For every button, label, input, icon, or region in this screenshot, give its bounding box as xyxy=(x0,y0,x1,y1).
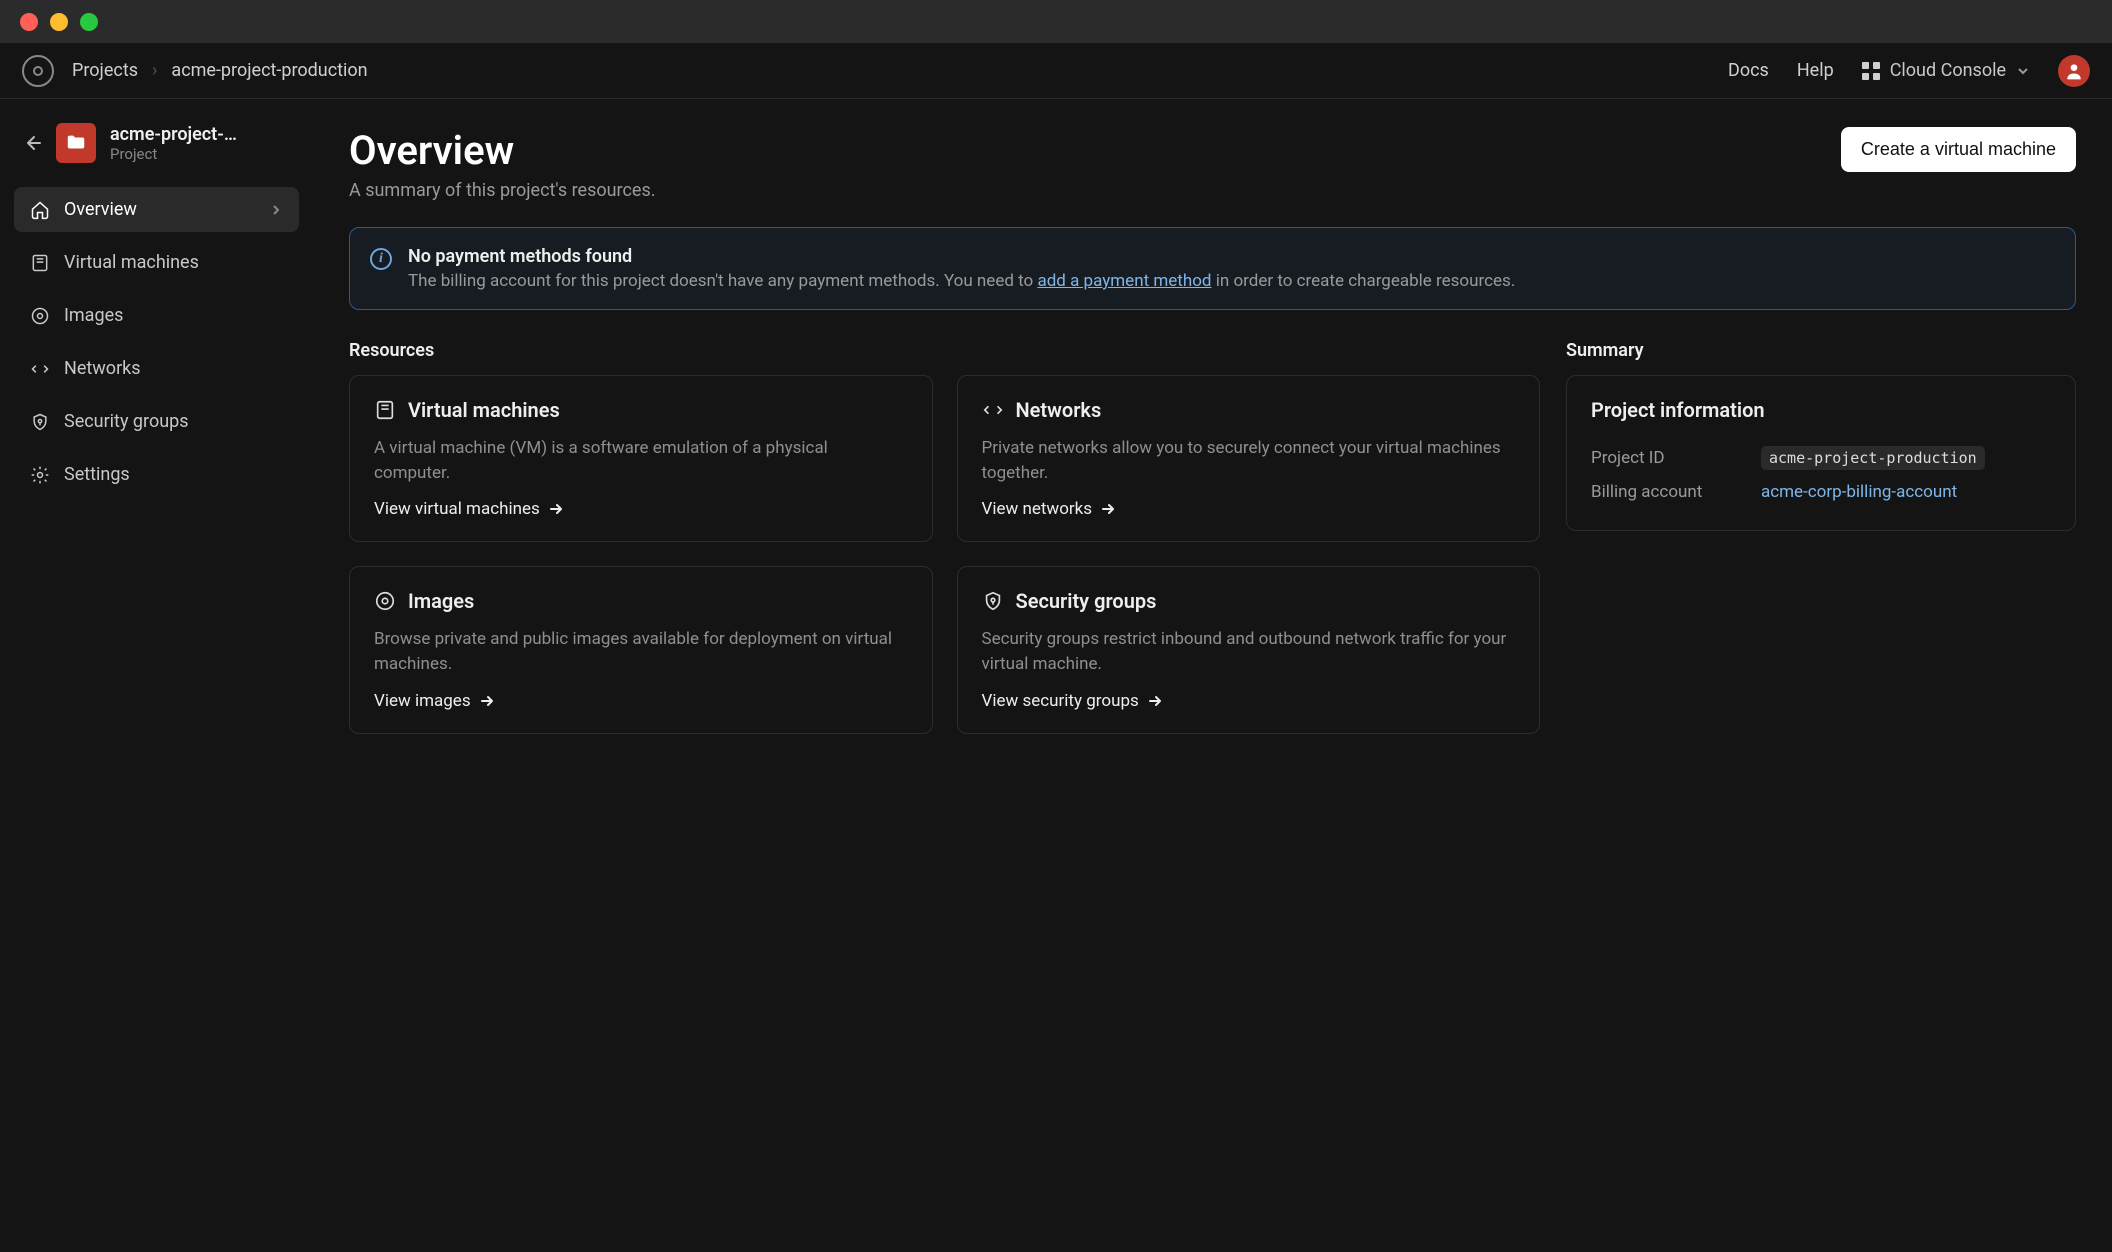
network-icon xyxy=(982,399,1004,421)
window-minimize-button[interactable] xyxy=(50,13,68,31)
help-link[interactable]: Help xyxy=(1797,60,1834,81)
sidebar: acme-project-… Project Overview Virtual … xyxy=(0,99,313,1252)
disc-icon xyxy=(30,306,50,326)
card-title: Security groups xyxy=(1016,589,1157,613)
project-id-value: acme-project-production xyxy=(1761,446,1985,470)
sidebar-item-virtual-machines[interactable]: Virtual machines xyxy=(14,240,299,285)
gear-icon xyxy=(30,465,50,485)
summary-heading: Summary xyxy=(1566,340,2076,361)
sidebar-item-label: Images xyxy=(64,305,123,326)
network-icon xyxy=(30,359,50,379)
console-switcher-label: Cloud Console xyxy=(1890,60,2006,81)
project-info-title: Project information xyxy=(1591,398,2051,422)
grid-icon xyxy=(1862,62,1880,80)
card-body: A virtual machine (VM) is a software emu… xyxy=(374,436,908,485)
sidebar-item-label: Virtual machines xyxy=(64,252,199,273)
alert-body-prefix: The billing account for this project doe… xyxy=(408,271,1037,291)
arrow-right-icon xyxy=(1100,501,1116,517)
window-chrome xyxy=(0,0,2112,43)
page-title: Overview xyxy=(349,127,656,174)
arrow-right-icon xyxy=(479,693,495,709)
card-images: Images Browse private and public images … xyxy=(349,566,933,733)
home-icon xyxy=(30,200,50,220)
card-title: Virtual machines xyxy=(408,398,560,422)
project-info-card: Project information Project ID acme-proj… xyxy=(1566,375,2076,531)
card-body: Browse private and public images availab… xyxy=(374,627,908,676)
chevron-right-icon: › xyxy=(152,60,157,81)
create-vm-button[interactable]: Create a virtual machine xyxy=(1841,127,2076,172)
arrow-right-icon xyxy=(548,501,564,517)
topbar: Projects › acme-project-production Docs … xyxy=(0,43,2112,99)
project-header: acme-project-… Project xyxy=(14,117,299,179)
info-icon: i xyxy=(370,248,392,270)
alert-title: No payment methods found xyxy=(408,246,1515,267)
card-body: Private networks allow you to securely c… xyxy=(982,436,1516,485)
card-link-label: View images xyxy=(374,691,471,711)
view-virtual-machines-link[interactable]: View virtual machines xyxy=(374,499,908,519)
disc-icon xyxy=(374,590,396,612)
sidebar-item-settings[interactable]: Settings xyxy=(14,452,299,497)
sidebar-item-security-groups[interactable]: Security groups xyxy=(14,399,299,444)
sidebar-item-label: Networks xyxy=(64,358,141,379)
card-body: Security groups restrict inbound and out… xyxy=(982,627,1516,676)
page-subtitle: A summary of this project's resources. xyxy=(349,180,656,201)
alert-body-suffix: in order to create chargeable resources. xyxy=(1212,271,1516,291)
alert-body: The billing account for this project doe… xyxy=(408,271,1515,291)
breadcrumb: Projects › acme-project-production xyxy=(72,60,368,81)
user-icon xyxy=(2064,61,2084,81)
add-payment-method-link[interactable]: add a payment method xyxy=(1037,271,1211,291)
card-networks: Networks Private networks allow you to s… xyxy=(957,375,1541,542)
project-name: acme-project-… xyxy=(110,124,237,145)
back-arrow-icon[interactable] xyxy=(22,133,42,153)
breadcrumb-root[interactable]: Projects xyxy=(72,60,138,81)
breadcrumb-current[interactable]: acme-project-production xyxy=(171,60,367,81)
window-zoom-button[interactable] xyxy=(80,13,98,31)
chevron-down-icon xyxy=(2016,64,2030,78)
card-security-groups: Security groups Security groups restrict… xyxy=(957,566,1541,733)
avatar[interactable] xyxy=(2058,55,2090,87)
sidebar-item-networks[interactable]: Networks xyxy=(14,346,299,391)
sidebar-item-label: Overview xyxy=(64,199,137,220)
resources-heading: Resources xyxy=(349,340,1540,361)
billing-account-link[interactable]: acme-corp-billing-account xyxy=(1761,482,1957,502)
card-title: Images xyxy=(408,589,474,613)
window-close-button[interactable] xyxy=(20,13,38,31)
card-title: Networks xyxy=(1016,398,1102,422)
card-link-label: View security groups xyxy=(982,691,1139,711)
payment-alert: i No payment methods found The billing a… xyxy=(349,227,2076,310)
product-logo-icon[interactable] xyxy=(22,55,54,87)
card-link-label: View networks xyxy=(982,499,1093,519)
billing-account-label: Billing account xyxy=(1591,482,1761,502)
shield-icon xyxy=(30,412,50,432)
sidebar-item-images[interactable]: Images xyxy=(14,293,299,338)
card-link-label: View virtual machines xyxy=(374,499,540,519)
console-switcher[interactable]: Cloud Console xyxy=(1862,60,2030,81)
server-icon xyxy=(30,253,50,273)
card-virtual-machines: Virtual machines A virtual machine (VM) … xyxy=(349,375,933,542)
chevron-right-icon xyxy=(269,203,283,217)
sidebar-item-label: Settings xyxy=(64,464,130,485)
arrow-right-icon xyxy=(1147,693,1163,709)
view-networks-link[interactable]: View networks xyxy=(982,499,1516,519)
view-images-link[interactable]: View images xyxy=(374,691,908,711)
project-id-label: Project ID xyxy=(1591,448,1761,468)
sidebar-item-label: Security groups xyxy=(64,411,189,432)
server-icon xyxy=(374,399,396,421)
view-security-groups-link[interactable]: View security groups xyxy=(982,691,1516,711)
docs-link[interactable]: Docs xyxy=(1728,60,1769,81)
project-folder-icon xyxy=(56,123,96,163)
project-type: Project xyxy=(110,145,237,163)
shield-icon xyxy=(982,590,1004,612)
content-area: Overview A summary of this project's res… xyxy=(313,99,2112,1252)
sidebar-item-overview[interactable]: Overview xyxy=(14,187,299,232)
